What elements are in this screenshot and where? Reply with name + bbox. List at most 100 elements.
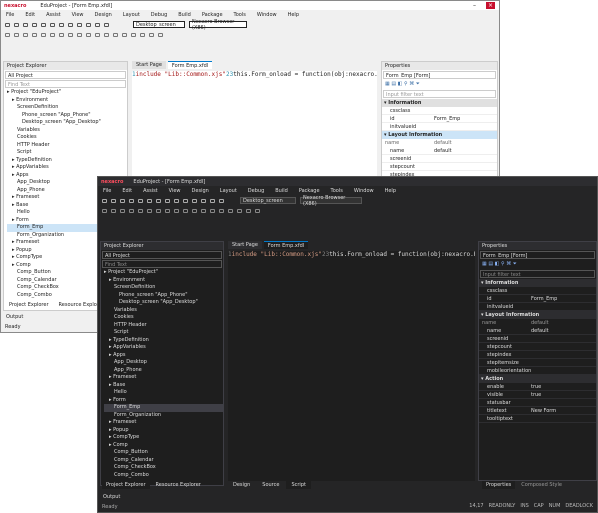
undo-icon[interactable] <box>165 198 170 203</box>
menu-edit[interactable]: Edit <box>25 12 35 18</box>
grid-icon[interactable] <box>122 32 127 37</box>
property-row[interactable]: visible true <box>479 391 596 399</box>
property-row[interactable]: mobileorientation <box>479 367 596 375</box>
menu-debug[interactable]: Debug <box>151 12 167 18</box>
preview-icon[interactable] <box>255 208 260 213</box>
paste-icon[interactable] <box>156 198 161 203</box>
browser-select[interactable]: Nexacro Browser (X86) <box>189 19 247 31</box>
property-row[interactable]: statusbar <box>479 399 596 407</box>
tree-item[interactable]: Script <box>104 329 223 337</box>
space-h-icon[interactable] <box>183 208 188 213</box>
screen-select[interactable]: Desktop_screen <box>133 21 185 28</box>
properties-object-dark[interactable]: Form_Emp [Form] <box>480 251 595 259</box>
snap-icon[interactable] <box>228 208 233 213</box>
space-v-icon[interactable] <box>192 208 197 213</box>
menu-window[interactable]: Window <box>354 188 374 194</box>
stop-icon[interactable] <box>210 198 215 203</box>
menu-assist[interactable]: Assist <box>143 188 158 194</box>
saveall-icon[interactable] <box>32 22 37 27</box>
same-height-icon[interactable] <box>165 208 170 213</box>
menu-view[interactable]: View <box>72 12 84 18</box>
align-center-icon[interactable] <box>111 208 116 213</box>
tab-resource-explorer-dark[interactable]: Resource Explorer <box>152 481 205 489</box>
new-icon[interactable] <box>102 198 107 203</box>
minimize-icon[interactable]: – <box>470 2 479 9</box>
space-v-icon[interactable] <box>95 32 100 37</box>
zoom-icon[interactable] <box>149 32 154 37</box>
same-width-icon[interactable] <box>59 32 64 37</box>
tab-form-emp-dark[interactable]: Form Emp.xfdl <box>263 241 309 249</box>
send-back-icon[interactable] <box>210 208 215 213</box>
tree-item[interactable]: ▸ Frameset <box>104 374 223 382</box>
property-row[interactable]: screenid <box>479 335 596 343</box>
tree-item[interactable]: Desktop_screen "App_Desktop" <box>104 299 223 307</box>
tree-item[interactable]: Form_Organization <box>104 412 223 420</box>
menu-file[interactable]: File <box>103 188 111 194</box>
tree-item[interactable]: Comp_CheckBox <box>104 464 223 472</box>
tree-item[interactable]: ▸ Base <box>104 382 223 390</box>
tree-item[interactable]: Hello <box>104 389 223 397</box>
menu-window[interactable]: Window <box>257 12 277 18</box>
tab-start-page-dark[interactable]: Start Page <box>228 241 262 249</box>
zoom-icon[interactable] <box>246 208 251 213</box>
menu-view[interactable]: View <box>169 188 181 194</box>
align-left-icon[interactable] <box>102 208 107 213</box>
explorer-filter[interactable]: All Project <box>5 71 126 79</box>
align-top-icon[interactable] <box>129 208 134 213</box>
property-row[interactable]: initvalueid <box>382 123 497 131</box>
property-row[interactable]: stepcount <box>382 163 497 171</box>
preview-icon[interactable] <box>158 32 163 37</box>
tree-item[interactable]: Form_Emp <box>104 404 223 412</box>
tree-item[interactable]: ▸ Popup <box>104 427 223 435</box>
property-row[interactable]: name default <box>479 327 596 335</box>
align-bottom-icon[interactable] <box>147 208 152 213</box>
menu-edit[interactable]: Edit <box>122 188 132 194</box>
same-size-icon[interactable] <box>77 32 82 37</box>
tree-item[interactable]: Phone_screen "App_Phone" <box>7 112 127 120</box>
tree-item[interactable]: ▸ Environment <box>104 277 223 285</box>
align-middle-icon[interactable] <box>138 208 143 213</box>
property-row[interactable]: ▾ Layout Information <box>382 131 497 139</box>
align-middle-icon[interactable] <box>41 32 46 37</box>
menu-help[interactable]: Help <box>385 188 396 194</box>
open-icon[interactable] <box>111 198 116 203</box>
menu-debug[interactable]: Debug <box>248 188 264 194</box>
menu-design[interactable]: Design <box>95 12 112 18</box>
tree-item[interactable]: Cookies <box>7 134 127 142</box>
tree-item[interactable]: ▸ AppVariables <box>104 344 223 352</box>
tree-item[interactable]: ScreenDefinition <box>7 104 127 112</box>
menu-layout[interactable]: Layout <box>220 188 237 194</box>
tree-item[interactable]: Variables <box>104 307 223 315</box>
code-editor-dark[interactable]: 1include "Lib::Common.xjs"23this.Form_on… <box>228 251 475 481</box>
property-row[interactable]: cssclass <box>382 107 497 115</box>
tab-project-explorer[interactable]: Project Explorer <box>5 301 53 309</box>
property-row[interactable]: stepindex <box>479 351 596 359</box>
properties-filter[interactable]: Input filter text <box>383 90 496 98</box>
snap-icon[interactable] <box>131 32 136 37</box>
property-row[interactable]: titletext New Form <box>479 407 596 415</box>
tree-item[interactable]: App_Desktop <box>104 359 223 367</box>
tree-item[interactable]: App_Phone <box>104 367 223 375</box>
tree-item[interactable]: Cookies <box>104 314 223 322</box>
tree-item[interactable]: Comp_Combo <box>104 472 223 480</box>
menu-build[interactable]: Build <box>178 12 191 18</box>
lock-icon[interactable] <box>237 208 242 213</box>
property-row[interactable]: ▾ Layout Information <box>479 311 596 319</box>
tree-item[interactable]: Desktop_screen "App_Desktop" <box>7 119 127 127</box>
same-size-icon[interactable] <box>174 208 179 213</box>
grid-icon[interactable] <box>219 208 224 213</box>
saveall-icon[interactable] <box>129 198 134 203</box>
explorer-search-dark[interactable]: Find Text <box>102 260 222 268</box>
copy-icon[interactable] <box>50 22 55 27</box>
save-icon[interactable] <box>23 22 28 27</box>
tab-source[interactable]: Source <box>257 481 284 489</box>
cut-icon[interactable] <box>138 198 143 203</box>
tree-item[interactable]: ▸ Form <box>104 397 223 405</box>
tree-item[interactable]: ▸ TypeDefinition <box>104 337 223 345</box>
send-back-icon[interactable] <box>113 32 118 37</box>
explorer-filter-dark[interactable]: All Project <box>102 251 222 259</box>
run-icon[interactable] <box>192 198 197 203</box>
build-icon[interactable] <box>183 198 188 203</box>
menu-tools[interactable]: Tools <box>234 12 246 18</box>
align-right-icon[interactable] <box>23 32 28 37</box>
